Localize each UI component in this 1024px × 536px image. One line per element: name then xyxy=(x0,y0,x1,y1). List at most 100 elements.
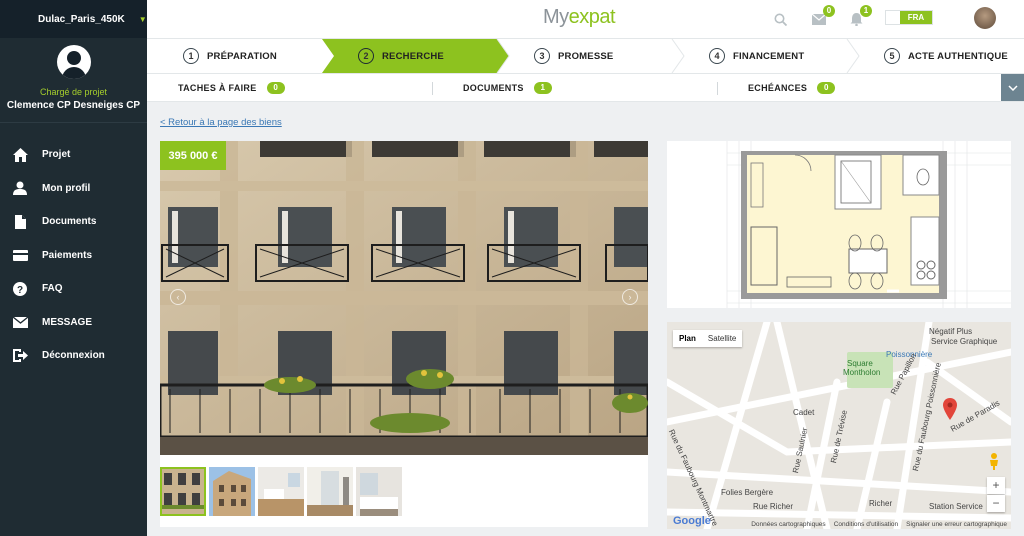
map-label: Montholon xyxy=(843,368,881,377)
location-map[interactable]: Plan Satellite Négatif Plus Service Grap… xyxy=(667,322,1011,529)
user-name: Clemence CP Desneiges CP xyxy=(6,100,141,111)
step-number: 5 xyxy=(884,48,900,64)
sidebar-item-paiements[interactable]: Paiements xyxy=(0,239,147,273)
step-preparation[interactable]: 1 PRÉPARATION xyxy=(183,39,277,73)
step-label: RECHERCHE xyxy=(382,50,444,62)
zoom-in-button[interactable]: + xyxy=(987,477,1005,494)
tab-count: 0 xyxy=(266,82,285,94)
sidebar-item-profil[interactable]: Mon profil xyxy=(0,172,147,206)
document-icon xyxy=(12,214,28,230)
tab-echeances[interactable]: ECHÉANCES 0 xyxy=(748,74,836,102)
map-satellite-button[interactable]: Satellite xyxy=(702,330,742,347)
step-financement[interactable]: 4 FINANCEMENT xyxy=(709,39,804,73)
user-role: Chargé de projet xyxy=(39,87,108,97)
step-promesse[interactable]: 3 PROMESSE xyxy=(534,39,613,73)
thumbnail-4[interactable] xyxy=(307,467,353,516)
map-terms-link[interactable]: Conditions d'utilisation xyxy=(834,521,898,528)
tab-label: ECHÉANCES xyxy=(748,83,808,93)
user-avatar[interactable] xyxy=(974,7,996,29)
zoom-out-button[interactable]: − xyxy=(987,495,1005,512)
tab-divider xyxy=(432,82,433,95)
thumbnail-2[interactable] xyxy=(209,467,255,516)
profile-block: Chargé de projet Clemence CP Desneiges C… xyxy=(0,38,147,123)
topbar: Myexpat 0 1 FRA xyxy=(147,0,1024,38)
floor-plan-card[interactable] xyxy=(667,141,1011,308)
progress-steps: 1 PRÉPARATION 2 RECHERCHE 3 PROMESSE 4 F… xyxy=(147,38,1024,74)
language-toggle[interactable]: FRA xyxy=(885,10,933,25)
map-label: Richer xyxy=(869,499,893,508)
photo-thumbnails xyxy=(160,467,402,516)
thumbnail-3[interactable] xyxy=(258,467,304,516)
user-icon xyxy=(12,180,28,196)
user-avatar-icon xyxy=(56,45,91,79)
sidebar-item-faq[interactable]: ? FAQ xyxy=(0,272,147,306)
step-label: FINANCEMENT xyxy=(733,50,805,62)
step-number: 4 xyxy=(709,48,725,64)
sidebar: Dulac_Paris_450K ▼ Chargé de projet Clem… xyxy=(0,0,147,536)
tab-documents[interactable]: DOCUMENTS 1 xyxy=(463,74,552,102)
map-data-link[interactable]: Données cartographiques xyxy=(751,521,825,528)
map-plan-button[interactable]: Plan xyxy=(673,330,702,347)
floor-plan-image xyxy=(726,141,1011,308)
question-icon: ? xyxy=(12,281,28,297)
street-view-icon[interactable] xyxy=(987,452,1001,470)
sidebar-item-documents[interactable]: Documents xyxy=(0,205,147,239)
thumbnail-5[interactable] xyxy=(356,467,402,516)
google-logo: Google xyxy=(673,515,711,527)
map-footer: Données cartographiques Conditions d'uti… xyxy=(751,521,1007,528)
step-number: 1 xyxy=(183,48,199,64)
messages-button[interactable]: 0 xyxy=(808,5,835,30)
sidebar-item-label: Projet xyxy=(42,149,71,161)
back-to-properties-link[interactable]: < Retour à la page des biens xyxy=(160,117,282,128)
project-selector[interactable]: Dulac_Paris_450K ▼ xyxy=(0,0,147,38)
tab-taches[interactable]: TACHES À FAIRE 0 xyxy=(178,74,285,102)
prev-photo-button[interactable]: ‹ xyxy=(170,289,186,305)
step-recherche[interactable]: 2 RECHERCHE xyxy=(358,39,444,73)
property-photo-card: 395 000 € ‹ › xyxy=(160,141,648,527)
language-label: FRA xyxy=(900,11,932,24)
chevron-down-icon xyxy=(1007,84,1018,91)
notifications-button[interactable]: 1 xyxy=(845,5,872,30)
map-label: Square xyxy=(847,359,873,368)
myexpat-logo[interactable]: Myexpat xyxy=(543,6,616,29)
sidebar-nav: Projet Mon profil Documents Paiements ? … xyxy=(0,138,147,373)
tab-divider xyxy=(717,82,718,95)
project-name: Dulac_Paris_450K xyxy=(38,13,125,25)
step-number: 3 xyxy=(534,48,550,64)
step-acte-authentique[interactable]: 5 ACTE AUTHENTIQUE xyxy=(884,39,1008,73)
logout-icon xyxy=(12,348,28,364)
sidebar-item-label: Déconnexion xyxy=(42,350,105,362)
expand-tabs-button[interactable] xyxy=(1001,74,1024,101)
tab-label: TACHES À FAIRE xyxy=(178,83,257,93)
caret-down-icon: ▼ xyxy=(138,14,147,24)
next-photo-button[interactable]: › xyxy=(622,289,638,305)
map-label: Folies Bergère xyxy=(721,488,774,497)
sidebar-item-message[interactable]: MESSAGE xyxy=(0,306,147,340)
tab-label: DOCUMENTS xyxy=(463,83,524,93)
map-report-link[interactable]: Signaler une erreur cartographique xyxy=(906,521,1007,528)
card-icon xyxy=(12,247,28,263)
home-icon xyxy=(12,147,28,163)
thumbnail-1[interactable] xyxy=(160,467,206,516)
logo-main: My xyxy=(543,6,569,28)
logo-accent: expat xyxy=(568,6,616,28)
search-icon[interactable] xyxy=(769,8,791,30)
step-label: PRÉPARATION xyxy=(207,50,277,62)
envelope-icon xyxy=(12,314,28,330)
sidebar-item-label: Documents xyxy=(42,216,97,228)
property-main-photo[interactable]: 395 000 € ‹ › xyxy=(160,141,648,455)
sidebar-item-label: Mon profil xyxy=(42,182,91,194)
sidebar-item-projet[interactable]: Projet xyxy=(0,138,147,172)
messages-badge: 0 xyxy=(823,5,835,17)
map-label: Station Service xyxy=(929,502,983,511)
sidebar-item-deconnexion[interactable]: Déconnexion xyxy=(0,339,147,373)
map-type-toggle: Plan Satellite xyxy=(673,330,743,347)
map-label: Service Graphique xyxy=(931,337,998,346)
step-number: 2 xyxy=(358,48,374,64)
map-pin-icon[interactable] xyxy=(943,398,957,420)
sidebar-item-label: MESSAGE xyxy=(42,316,93,328)
sidebar-item-label: FAQ xyxy=(42,283,63,295)
tab-count: 1 xyxy=(533,82,552,94)
svg-text:?: ? xyxy=(17,285,23,296)
price-badge: 395 000 € xyxy=(160,141,226,170)
